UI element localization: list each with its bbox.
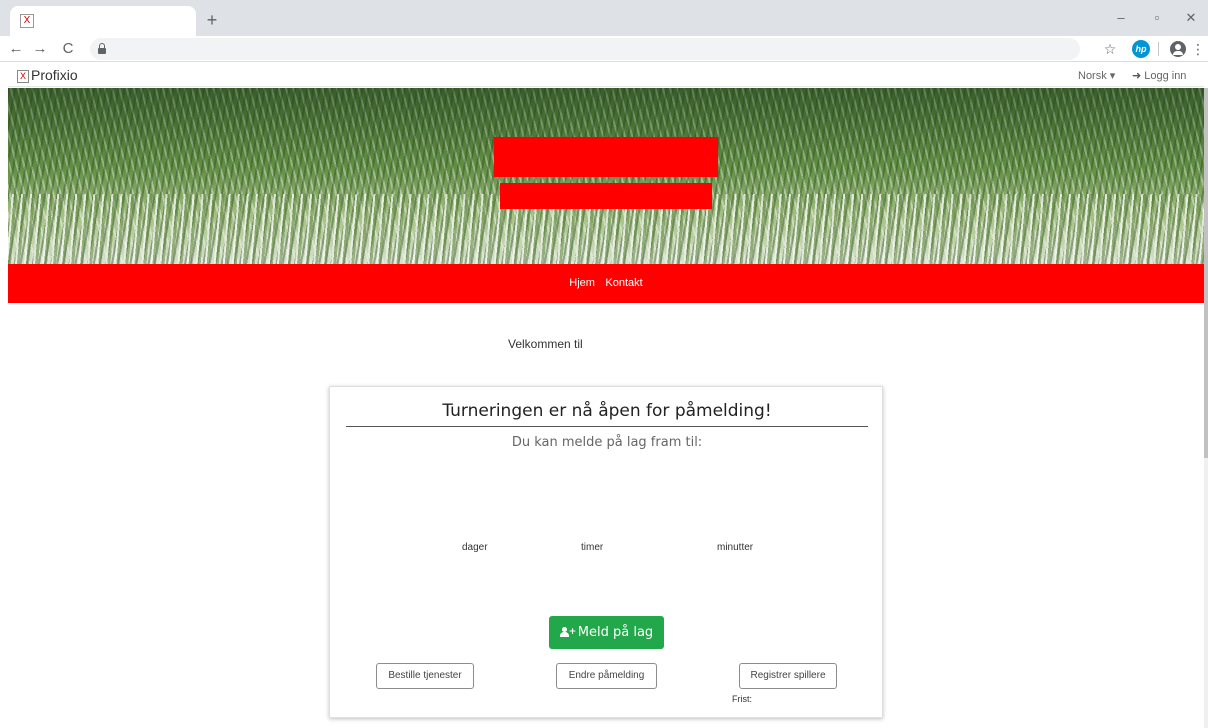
close-button[interactable]: ✕ (1176, 8, 1206, 28)
back-button[interactable]: ← (6, 39, 26, 59)
hero-title-redacted (494, 137, 718, 177)
star-icon[interactable]: ☆ (1100, 39, 1120, 59)
new-tab-button[interactable]: + (202, 10, 222, 30)
register-team-button[interactable]: + Meld på lag (549, 616, 664, 649)
tab-favicon-icon: X (20, 14, 34, 28)
welcome-text: Velkommen til (508, 337, 583, 351)
main-nav: Hjem Kontakt (8, 264, 1204, 303)
lock-icon (98, 43, 106, 55)
browser-tab[interactable]: X (10, 6, 196, 36)
logo-mark-icon: X (17, 70, 29, 83)
minimize-button[interactable]: – (1106, 8, 1136, 28)
address-bar[interactable] (90, 38, 1080, 60)
nav-item-hjem[interactable]: Hjem (569, 264, 595, 303)
browser-tab-strip: X + – ▫ ✕ (0, 0, 1208, 36)
welcome-name-redacted (612, 334, 718, 352)
card-subtitle: Du kan melde på lag fram til: (511, 435, 703, 450)
logo-text: Profixio (31, 67, 78, 83)
user-plus-icon: + (559, 627, 576, 637)
countdown-minutes-label: minutter (717, 542, 754, 553)
site-header: X Profixio Norsk ▾ ➜ Logg inn (8, 63, 1204, 87)
forward-button[interactable]: → (30, 39, 50, 59)
page-scrollbar[interactable] (1204, 88, 1208, 728)
scrollbar-thumb[interactable] (1204, 88, 1208, 458)
hp-icon[interactable]: hp (1132, 40, 1150, 58)
register-team-label: Meld på lag (577, 625, 654, 640)
language-dropdown[interactable]: Norsk ▾ (1078, 69, 1115, 82)
browser-toolbar: ← → C ☆ hp ⋮ (0, 36, 1208, 62)
register-players-button[interactable]: Registrer spillere (739, 663, 837, 689)
deadline-label: Frist: (732, 694, 752, 704)
reload-button[interactable]: C (58, 39, 78, 59)
profixio-logo[interactable]: X Profixio (17, 67, 78, 83)
toolbar-divider (1158, 42, 1159, 56)
hero-subtitle-redacted (500, 183, 712, 209)
card-title: Turneringen er nå åpen for påmelding! (442, 401, 772, 421)
order-services-button[interactable]: Bestille tjenester (376, 663, 474, 689)
nav-item-kontakt[interactable]: Kontakt (605, 264, 642, 303)
sign-in-icon: ➜ (1132, 70, 1142, 82)
login-label: Logg inn (1144, 70, 1187, 82)
countdown-days-label: dager (462, 542, 488, 553)
hero-banner (8, 88, 1204, 264)
login-link[interactable]: ➜ Logg inn (1132, 69, 1186, 82)
restore-button[interactable]: ▫ (1142, 8, 1172, 28)
countdown-hours-label: timer (581, 542, 604, 553)
registration-card: Turneringen er nå åpen for påmelding! Du… (329, 386, 883, 718)
card-divider (346, 426, 868, 427)
change-registration-button[interactable]: Endre påmelding (556, 663, 657, 689)
menu-icon[interactable]: ⋮ (1188, 39, 1208, 59)
profile-icon[interactable] (1170, 41, 1186, 57)
